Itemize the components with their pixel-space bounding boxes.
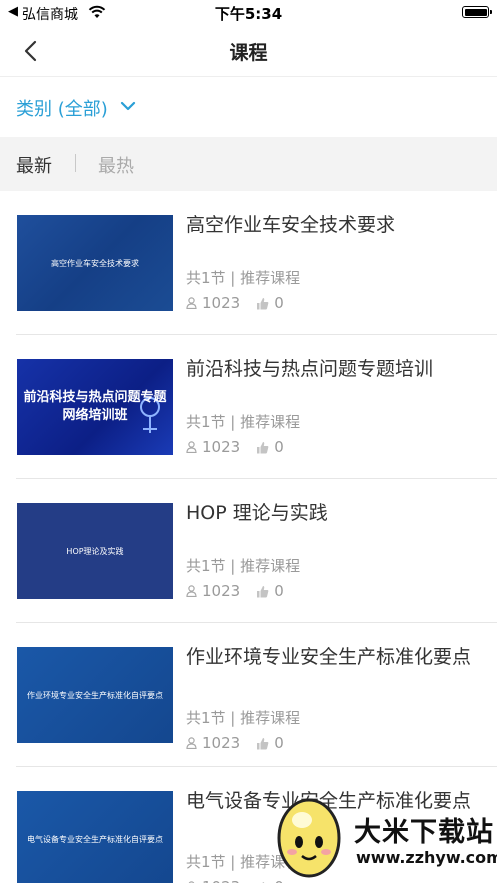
watermark: 大米下载站 www.zzhyw.com (270, 790, 497, 883)
tab-divider (75, 154, 76, 172)
view-count: 1023 (202, 582, 241, 600)
user-icon (186, 737, 197, 749)
category-label[interactable]: 类别 (全部) (16, 95, 108, 121)
course-title[interactable]: 前沿科技与热点问题专题培训 (186, 357, 476, 381)
thumb-up-icon[interactable] (256, 737, 269, 750)
watermark-url: www.zzhyw.com (356, 848, 497, 867)
view-count: 1023 (202, 294, 241, 312)
thumb-up-icon[interactable] (256, 585, 269, 598)
course-meta: 共1节 | 推荐课程 (186, 709, 301, 727)
course-title[interactable]: HOP 理论与实践 (186, 501, 476, 525)
course-stats: 1023 0 (186, 438, 284, 456)
course-meta: 共1节 | 推荐课程 (186, 557, 301, 575)
course-item[interactable]: 作业环境专业安全生产标准化自评要点 作业环境专业安全生产标准化要点 共1节 | … (0, 623, 497, 767)
course-item[interactable]: 前沿科技与热点问题专题网络培训班 前沿科技与热点问题专题培训 共1节 | 推荐课… (0, 335, 497, 479)
course-thumbnail[interactable]: 高空作业车安全技术要求 (17, 215, 173, 311)
course-item[interactable]: 高空作业车安全技术要求 高空作业车安全技术要求 共1节 | 推荐课程 1023 … (0, 191, 497, 335)
user-icon (186, 585, 197, 597)
course-thumbnail[interactable]: 作业环境专业安全生产标准化自评要点 (17, 647, 173, 743)
course-stats: 1023 0 (186, 734, 284, 752)
course-thumbnail[interactable]: 前沿科技与热点问题专题网络培训班 (17, 359, 173, 455)
course-stats: 1023 0 (186, 582, 284, 600)
view-count: 1023 (202, 734, 241, 752)
status-bar: ◀ 弘信商城 下午5:34 (0, 0, 497, 26)
course-thumbnail[interactable]: 电气设备专业安全生产标准化自评要点 (17, 791, 173, 883)
thumb-up-icon[interactable] (256, 297, 269, 310)
category-filter[interactable]: 类别 (全部) (0, 77, 497, 137)
like-count: 0 (274, 294, 284, 312)
course-title[interactable]: 作业环境专业安全生产标准化要点 (186, 645, 476, 669)
chevron-down-icon[interactable] (120, 99, 136, 113)
course-meta: 共1节 | 推荐课程 (186, 413, 301, 431)
course-item[interactable]: HOP理论及实践 HOP 理论与实践 共1节 | 推荐课程 1023 0 (0, 479, 497, 623)
course-stats: 1023 0 (186, 294, 284, 312)
user-icon (186, 297, 197, 309)
thumb-up-icon[interactable] (256, 441, 269, 454)
thumbnail-text: 高空作业车安全技术要求 (51, 258, 139, 268)
course-thumbnail[interactable]: HOP理论及实践 (17, 503, 173, 599)
view-count: 1023 (202, 438, 241, 456)
rice-mascot-logo (277, 798, 341, 878)
view-count: 1023 (202, 878, 240, 883)
like-count: 0 (274, 438, 284, 456)
tab-hot[interactable]: 最热 (98, 152, 134, 178)
page-title: 课程 (229, 42, 268, 64)
user-icon (186, 441, 197, 453)
tab-latest[interactable]: 最新 (16, 152, 52, 178)
sort-bar: 最新 最热 (0, 137, 497, 191)
thumbnail-text: 作业环境专业安全生产标准化自评要点 (27, 690, 163, 700)
status-time: 下午5:34 (214, 5, 283, 23)
thumbnail-text: 电气设备专业安全生产标准化自评要点 (27, 834, 163, 844)
like-count: 0 (274, 582, 284, 600)
nav-bar: 课程 (0, 26, 497, 77)
battery-icon (462, 6, 492, 18)
course-title[interactable]: 高空作业车安全技术要求 (186, 213, 476, 237)
thumbnail-text: HOP理论及实践 (66, 546, 124, 556)
like-count: 0 (274, 734, 284, 752)
thumbnail-text: 前沿科技与热点问题专题网络培训班 (23, 390, 167, 423)
watermark-name: 大米下载站 (354, 817, 494, 848)
course-list: 高空作业车安全技术要求 高空作业车安全技术要求 共1节 | 推荐课程 1023 … (0, 191, 497, 883)
course-meta: 共1节 | 推荐课程 (186, 269, 301, 287)
